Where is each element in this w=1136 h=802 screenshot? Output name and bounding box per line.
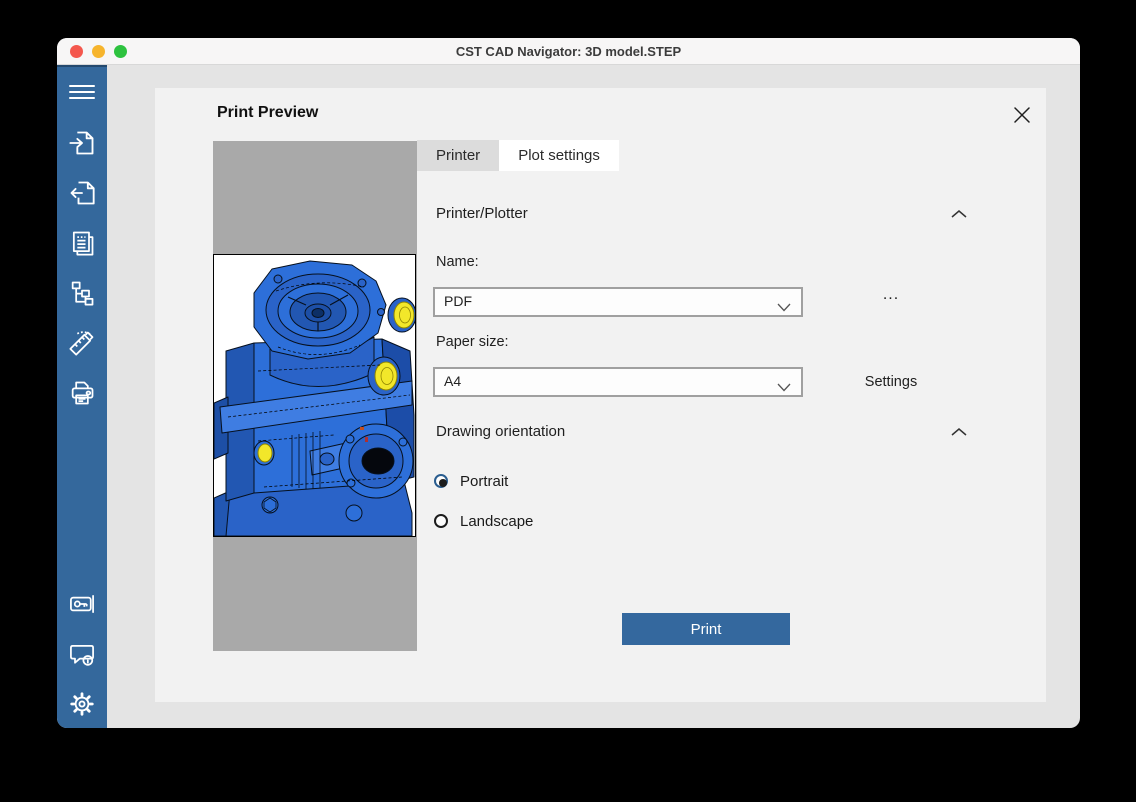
tab-plot-settings[interactable]: Plot settings bbox=[499, 140, 619, 171]
screen: CST CAD Navigator: 3D model.STEP bbox=[0, 0, 1136, 802]
chevron-down-icon bbox=[777, 299, 791, 308]
window-title: CST CAD Navigator: 3D model.STEP bbox=[57, 38, 1080, 65]
printer-plotter-section-title: Printer/Plotter bbox=[436, 205, 528, 222]
print-button[interactable]: Print bbox=[622, 613, 790, 645]
close-window-button[interactable] bbox=[70, 45, 83, 58]
browse-printer-button[interactable]: ... bbox=[855, 280, 927, 310]
printer-name-label: Name: bbox=[436, 254, 479, 270]
radio-option-portrait[interactable]: Portrait bbox=[434, 471, 508, 491]
collapse-printer-section-icon[interactable] bbox=[950, 207, 968, 219]
paper-size-value: A4 bbox=[444, 373, 461, 389]
minimize-window-button[interactable] bbox=[92, 45, 105, 58]
radio-option-landscape[interactable]: Landscape bbox=[434, 511, 533, 531]
chevron-down-icon bbox=[777, 379, 791, 388]
radio-portrait-circle[interactable] bbox=[434, 474, 448, 488]
app-window: CST CAD Navigator: 3D model.STEP bbox=[57, 38, 1080, 728]
radio-landscape-circle[interactable] bbox=[434, 514, 448, 528]
print-preview-dialog: Print Preview bbox=[155, 88, 1046, 702]
radio-portrait-label: Portrait bbox=[460, 473, 508, 490]
title-bar[interactable]: CST CAD Navigator: 3D model.STEP bbox=[57, 38, 1080, 65]
close-dialog-icon[interactable] bbox=[1010, 103, 1034, 127]
dialog-tabs: Printer Plot settings bbox=[417, 140, 619, 171]
measure-tools-icon[interactable] bbox=[68, 329, 96, 357]
import-file-icon[interactable] bbox=[68, 129, 96, 157]
radio-landscape-label: Landscape bbox=[460, 513, 533, 530]
printer-name-select[interactable]: PDF bbox=[433, 287, 803, 317]
paper-settings-button[interactable]: Settings bbox=[855, 367, 927, 397]
tab-printer[interactable]: Printer bbox=[417, 140, 499, 171]
cad-model-preview bbox=[214, 255, 415, 536]
printer-name-value: PDF bbox=[444, 293, 472, 309]
feedback-info-icon[interactable] bbox=[68, 640, 96, 668]
structure-tree-icon[interactable] bbox=[68, 279, 96, 307]
zoom-window-button[interactable] bbox=[114, 45, 127, 58]
dialog-title: Print Preview bbox=[217, 104, 318, 122]
traffic-lights bbox=[70, 45, 127, 58]
collapse-orientation-section-icon[interactable] bbox=[950, 425, 968, 437]
print-preview-panel bbox=[213, 141, 417, 651]
settings-gear-icon[interactable] bbox=[68, 690, 96, 718]
hamburger-menu-icon[interactable] bbox=[67, 80, 97, 104]
sidebar-toolbar bbox=[57, 65, 107, 728]
export-file-icon[interactable] bbox=[68, 179, 96, 207]
document-properties-icon[interactable] bbox=[68, 229, 96, 257]
license-key-icon[interactable] bbox=[68, 590, 96, 618]
paper-size-select[interactable]: A4 bbox=[433, 367, 803, 397]
print-icon[interactable] bbox=[68, 379, 96, 407]
preview-page bbox=[213, 254, 416, 537]
paper-size-label: Paper size: bbox=[436, 334, 509, 350]
orientation-section-title: Drawing orientation bbox=[436, 423, 565, 440]
